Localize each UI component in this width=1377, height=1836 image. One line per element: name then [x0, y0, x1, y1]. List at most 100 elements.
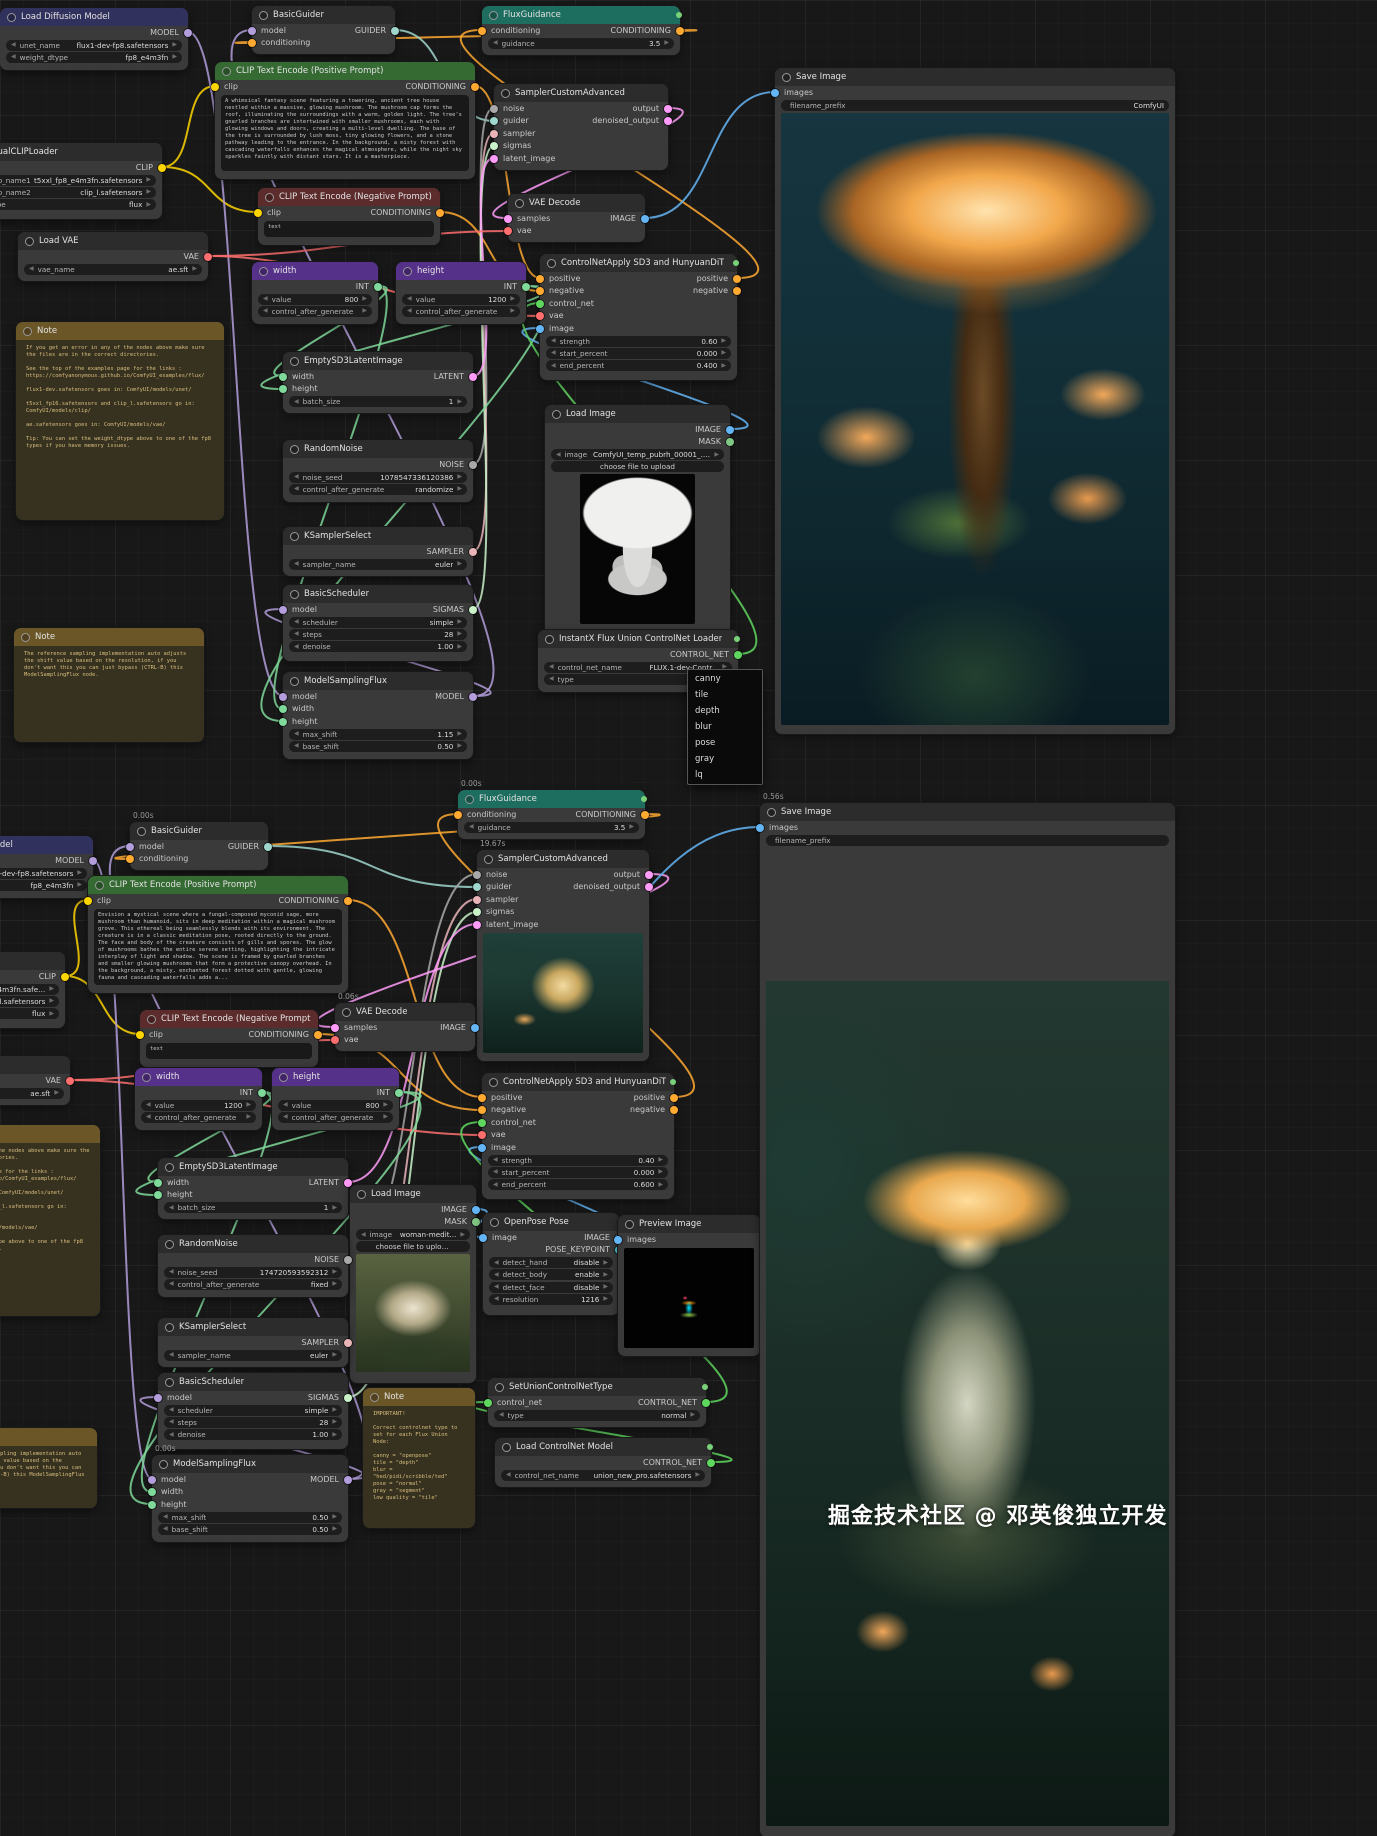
increment-arrow-icon[interactable]: ▶: [172, 54, 177, 60]
decrement-arrow-icon[interactable]: ◀: [556, 452, 561, 458]
max_shift-widget[interactable]: ◀max_shift0.50▶: [158, 1512, 342, 1523]
dropdown-item-pose[interactable]: pose: [688, 735, 762, 751]
collapse-toggle-icon[interactable]: [552, 410, 561, 419]
dropdown-item-lq[interactable]: lq: [688, 767, 762, 783]
input-port-clip[interactable]: [254, 209, 262, 217]
value-widget[interactable]: ◀value800▶: [278, 1100, 393, 1111]
input-port-vae[interactable]: [331, 1036, 339, 1044]
input-port-model[interactable]: [279, 693, 287, 701]
node-basic-scheduler-2[interactable]: BasicSchedulermodelSIGMAS◀schedulersimpl…: [158, 1373, 348, 1449]
text-area[interactable]: If you get an error in any of the nodes …: [0, 1145, 94, 1308]
increment-arrow-icon[interactable]: ▶: [457, 743, 462, 749]
collapse-toggle-icon[interactable]: [357, 1190, 366, 1199]
denoise-widget[interactable]: ◀denoise1.00▶: [289, 641, 467, 652]
input-port-latent_image[interactable]: [490, 155, 498, 163]
decrement-arrow-icon[interactable]: ◀: [294, 474, 299, 480]
node-basic-guider-2[interactable]: 0.00sBasicGuidermodelGUIDERconditioning: [130, 822, 268, 870]
image-widget[interactable]: ◀imageComfyUI_temp_pubrh_00001_.png▶: [551, 449, 724, 460]
clip_name2-widget[interactable]: ◀clip_name2clip_l.safetensors▶: [0, 996, 59, 1007]
start_percent-widget[interactable]: ◀start_percent0.000▶: [488, 1167, 668, 1178]
control_after_generate-widget[interactable]: ◀control_after_generaterandomize▶: [289, 484, 467, 495]
text-area[interactable]: A whimsical fantasy scene featuring a to…: [221, 95, 469, 171]
text-area[interactable]: If you get an error in any of the nodes …: [22, 342, 218, 512]
wire-sampler[interactable]: [473, 133, 494, 551]
output-port-denoised_output[interactable]: [664, 117, 672, 125]
decrement-arrow-icon[interactable]: ◀: [163, 1514, 168, 1520]
node-flux-guidance-2[interactable]: 0.00sFluxGuidanceconditioningCONDITIONIN…: [458, 790, 645, 839]
output-port-GUIDER[interactable]: [264, 843, 272, 851]
output-port-CONDITIONING[interactable]: [436, 209, 444, 217]
output-port-output[interactable]: [664, 105, 672, 113]
input-port-samples[interactable]: [504, 215, 512, 223]
input-port-sigmas[interactable]: [490, 142, 498, 150]
collapse-toggle-icon[interactable]: [489, 11, 498, 20]
collapse-toggle-icon[interactable]: [515, 199, 524, 208]
decrement-arrow-icon[interactable]: ◀: [294, 561, 299, 567]
node-note-3[interactable]: NoteIf you get an error in any of the no…: [0, 1125, 100, 1316]
output-port-MODEL[interactable]: [469, 693, 477, 701]
output-port-NOISE[interactable]: [344, 1256, 352, 1264]
decrement-arrow-icon[interactable]: ◀: [551, 363, 556, 369]
output-port-negative[interactable]: [733, 287, 741, 295]
type-widget[interactable]: ◀typenormal▶: [494, 1410, 700, 1421]
output-port-output[interactable]: [645, 871, 653, 879]
vae_name-widget[interactable]: ◀vae_nameae.sft▶: [0, 1088, 64, 1099]
increment-arrow-icon[interactable]: ▶: [714, 452, 719, 458]
decrement-arrow-icon[interactable]: ◀: [169, 1281, 174, 1287]
node-width-2[interactable]: widthINT◀value1200▶◀control_after_genera…: [135, 1068, 262, 1130]
node-clip-positive-2[interactable]: CLIP Text Encode (Positive Prompt)clipCO…: [88, 876, 348, 993]
input-port-model[interactable]: [279, 606, 287, 614]
node-controlnet-apply-2[interactable]: ControlNetApply SD3 and HunyuanDiTpositi…: [482, 1073, 674, 1199]
increment-arrow-icon[interactable]: ▶: [246, 1114, 251, 1120]
decrement-arrow-icon[interactable]: ◀: [294, 731, 299, 737]
value-widget[interactable]: ◀value800▶: [258, 294, 372, 305]
node-model-sampling-flux-1[interactable]: ModelSamplingFluxmodelMODELwidthheight◀m…: [283, 672, 473, 759]
node-dual-clip-loader-1[interactable]: DualCLIPLoaderCLIP◀clip_name1t5xxl_fp8_e…: [0, 143, 162, 219]
output-port-VAE[interactable]: [204, 253, 212, 261]
input-port-height[interactable]: [279, 385, 287, 393]
input-port-sigmas[interactable]: [473, 908, 481, 916]
upload-widget[interactable]: choose file to upload: [356, 1241, 470, 1252]
input-port-images[interactable]: [771, 89, 779, 97]
output-port-negative[interactable]: [670, 1106, 678, 1114]
scheduler-widget[interactable]: ◀schedulersimple▶: [289, 617, 467, 628]
increment-arrow-icon[interactable]: ▶: [460, 1232, 465, 1238]
increment-arrow-icon[interactable]: ▶: [54, 1090, 59, 1096]
node-dual-clip-loader-2[interactable]: DualCLIPLoaderCLIP◀clip_name1t5xxl_fp8_e…: [0, 952, 65, 1028]
decrement-arrow-icon[interactable]: ◀: [11, 54, 16, 60]
control_after_generate-widget[interactable]: ◀control_after_generatefixed▶: [164, 1279, 342, 1290]
node-ksampler-select-1[interactable]: KSamplerSelectSAMPLER◀sampler_nameeuler▶: [283, 527, 473, 576]
vae_name-widget[interactable]: ◀vae_nameae.sft▶: [24, 264, 202, 275]
input-port-images[interactable]: [614, 1236, 622, 1244]
type-widget[interactable]: ◀typeflux▶: [0, 1008, 59, 1019]
increment-arrow-icon[interactable]: ▶: [510, 296, 515, 302]
decrement-arrow-icon[interactable]: ◀: [551, 350, 556, 356]
input-port-sampler[interactable]: [473, 896, 481, 904]
collapse-toggle-icon[interactable]: [547, 259, 556, 268]
collapse-toggle-icon[interactable]: [95, 881, 104, 890]
collapse-toggle-icon[interactable]: [290, 532, 299, 541]
increment-arrow-icon[interactable]: ▶: [172, 42, 177, 48]
input-port-width[interactable]: [279, 705, 287, 713]
weight_dtype-widget[interactable]: ◀weight_dtypefp8_e4m3fn▶: [6, 52, 182, 63]
node-note-1[interactable]: NoteIf you get an error in any of the no…: [16, 322, 224, 520]
collapse-toggle-icon[interactable]: [21, 633, 30, 642]
collapse-toggle-icon[interactable]: [370, 1393, 379, 1402]
decrement-arrow-icon[interactable]: ◀: [163, 1526, 168, 1532]
text-area[interactable]: IMPORTANT! Correct controlnet type to se…: [369, 1408, 469, 1520]
increment-arrow-icon[interactable]: ▶: [146, 202, 151, 208]
increment-arrow-icon[interactable]: ▶: [332, 1419, 337, 1425]
node-ksampler-select-2[interactable]: KSamplerSelectSAMPLER◀sampler_nameeuler▶: [158, 1318, 348, 1367]
decrement-arrow-icon[interactable]: ◀: [494, 1284, 499, 1290]
input-port-control_net[interactable]: [536, 300, 544, 308]
decrement-arrow-icon[interactable]: ◀: [551, 338, 556, 344]
node-random-noise-2[interactable]: RandomNoiseNOISE◀noise_seed1747205935923…: [158, 1235, 348, 1297]
output-port-MODEL[interactable]: [184, 29, 192, 37]
denoise-widget[interactable]: ◀denoise1.00▶: [164, 1429, 342, 1440]
input-port-noise[interactable]: [490, 105, 498, 113]
increment-arrow-icon[interactable]: ▶: [146, 189, 151, 195]
collapse-toggle-icon[interactable]: [767, 808, 776, 817]
node-set-union-controlnet-type[interactable]: SetUnionControlNetTypecontrol_netCONTROL…: [488, 1378, 706, 1427]
decrement-arrow-icon[interactable]: ◀: [169, 1419, 174, 1425]
output-port-MASK[interactable]: [726, 438, 734, 446]
